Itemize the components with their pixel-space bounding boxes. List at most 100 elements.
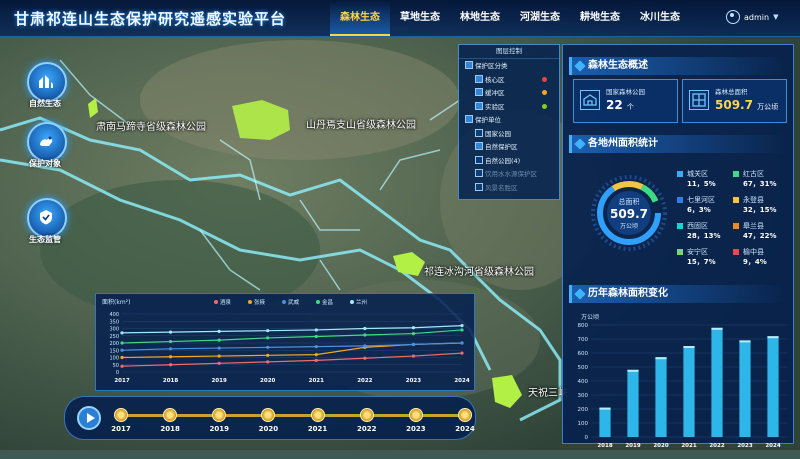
map-label-binggouhe[interactable]: 祁连冰沟河省级森林公园 <box>424 263 534 278</box>
legend-label: 金昌 <box>322 298 333 306</box>
bar-top <box>767 336 779 339</box>
series-line <box>121 325 463 334</box>
timeline-node[interactable] <box>458 408 472 422</box>
diamond-icon <box>574 138 586 150</box>
layer-item-label: 风景名胜区 <box>485 183 518 192</box>
nav-tabs: 森林生态 草地生态 林地生态 河湖生态 耕地生态 冰川生态 <box>330 0 690 36</box>
timeline-node[interactable] <box>114 408 128 422</box>
legend-marker <box>316 300 320 304</box>
checkbox[interactable] <box>475 101 483 110</box>
area-stat-name: 皋兰县 <box>743 222 764 230</box>
timeline-node[interactable] <box>310 408 325 422</box>
eco-supervision-icon <box>27 198 67 238</box>
left-nav-eco-supervision[interactable]: 生态监管 <box>18 198 72 256</box>
checkbox[interactable] <box>475 128 483 137</box>
y-tick-label: 100 <box>109 356 119 362</box>
layer-item[interactable]: 风景名胜区 <box>475 182 555 193</box>
left-nav-protected-objects[interactable]: 保护对象 <box>18 122 72 180</box>
tab-grassland[interactable]: 草地生态 <box>390 0 450 36</box>
area-stats-header: 各地州面积统计 <box>569 135 787 153</box>
user-menu[interactable]: admin ▼ <box>726 10 778 24</box>
tab-rivers-lakes[interactable]: 河湖生态 <box>510 0 570 36</box>
chevron-down-icon: ▼ <box>773 13 779 21</box>
layer-item-label: 饮用水水源保护区 <box>485 170 537 178</box>
data-point <box>266 360 270 364</box>
checkbox[interactable] <box>475 169 483 177</box>
layer-item-label: 保护单位 <box>475 116 501 124</box>
layer-control-panel: 图层控制 保护区分类 核心区 缓冲区 实验区 保护单位 国家公园 自然保护区 自然公园(4) 饮… <box>458 44 560 200</box>
layer-item[interactable]: 国家公园 <box>475 128 555 139</box>
timeline-node[interactable] <box>408 408 423 422</box>
layer-item-label: 保护区分类 <box>475 62 508 70</box>
x-tick-label: 2022 <box>357 378 372 384</box>
layer-item-label: 自然公园(4) <box>485 156 521 165</box>
area-stat-name: 红古区 <box>743 170 764 178</box>
bar-top <box>683 346 695 348</box>
timeline-node[interactable] <box>212 408 227 422</box>
timeline-node[interactable] <box>359 408 374 422</box>
stat-card-forest-area[interactable]: 森林总面积 509.7 万公顷 <box>682 79 787 123</box>
tab-woodland[interactable]: 林地生态 <box>450 0 510 36</box>
layer-item[interactable]: 饮用水水源保护区 <box>475 169 555 179</box>
bar <box>599 407 611 437</box>
map-label-sunan[interactable]: 肃南马蹄寺省级森林公园 <box>96 118 206 133</box>
area-stat-value: 28，13% <box>687 232 721 240</box>
bar <box>767 336 779 437</box>
layer-item[interactable]: 核心区 <box>475 74 555 85</box>
x-tick-label: 2023 <box>406 378 421 384</box>
area-stat-item: 皋兰县 47，22% <box>733 221 789 243</box>
checkbox[interactable] <box>475 74 483 83</box>
left-nav-label: 生态监管 <box>29 235 61 244</box>
legend-marker <box>282 300 286 304</box>
checkbox[interactable] <box>475 142 483 150</box>
username: admin <box>744 12 770 22</box>
left-nav-label: 自然生态 <box>29 99 61 108</box>
legend-swatch <box>677 249 683 255</box>
top-bar: 甘肃祁连山生态保护研究遥感实验平台 森林生态 草地生态 林地生态 河湖生态 耕地… <box>0 0 800 37</box>
ecology-icon <box>27 62 67 102</box>
timeline-year: 2023 <box>406 425 426 433</box>
area-stat-name: 永登县 <box>743 196 764 204</box>
history-bar-chart: 万公顷 0 100 200 300 400 500 600 700 800 2018 2019 2020… <box>578 313 787 449</box>
x-tick-label: 2019 <box>211 378 226 384</box>
history-header: 历年森林面积变化 <box>569 285 787 303</box>
layer-item[interactable]: 保护单位 <box>465 115 555 125</box>
layer-item[interactable]: 自然公园(4) <box>475 155 555 166</box>
tab-farmland[interactable]: 耕地生态 <box>570 0 630 36</box>
x-tick-label: 2023 <box>737 443 752 449</box>
map-label-shandan[interactable]: 山丹焉支山省级森林公园 <box>306 116 416 131</box>
checkbox[interactable] <box>465 115 473 123</box>
area-stat-item: 七里河区 6，3% <box>677 195 733 217</box>
data-point <box>411 342 416 347</box>
stat-card-forest-parks[interactable]: 国家森林公园 22 个 <box>573 79 678 123</box>
checkbox[interactable] <box>475 155 483 164</box>
layer-item-label: 国家公园 <box>485 129 511 138</box>
left-nav-natural-ecology[interactable]: 自然生态 <box>18 62 72 120</box>
tab-glacier[interactable]: 冰川生态 <box>630 0 690 36</box>
timeline-node[interactable] <box>261 408 276 422</box>
layer-item[interactable]: 实验区 <box>475 101 555 112</box>
y-tick-label: 350 <box>109 319 119 325</box>
checkbox[interactable] <box>465 61 473 69</box>
bar <box>655 357 667 437</box>
x-tick-label: 2021 <box>681 443 696 449</box>
area-stat-name: 榆中县 <box>743 248 764 256</box>
legend-dot <box>542 90 547 95</box>
layer-item[interactable]: 保护区分类 <box>465 61 555 71</box>
x-tick-label: 2020 <box>653 443 668 449</box>
data-point <box>266 336 270 340</box>
tab-forest[interactable]: 森林生态 <box>330 0 390 36</box>
legend-label: 张掖 <box>254 298 266 306</box>
checkbox[interactable] <box>475 182 483 191</box>
layer-item[interactable]: 自然保护区 <box>475 142 555 152</box>
timeline-year: 2024 <box>455 425 475 433</box>
data-point <box>363 344 367 348</box>
x-tick-label: 2021 <box>309 378 324 384</box>
checkbox[interactable] <box>475 88 483 96</box>
data-point <box>266 345 270 349</box>
data-point <box>314 345 318 349</box>
y-tick-label: 500 <box>578 365 589 371</box>
timeline-node[interactable] <box>163 408 178 422</box>
play-button[interactable] <box>77 406 101 430</box>
layer-item[interactable]: 缓冲区 <box>475 88 555 98</box>
